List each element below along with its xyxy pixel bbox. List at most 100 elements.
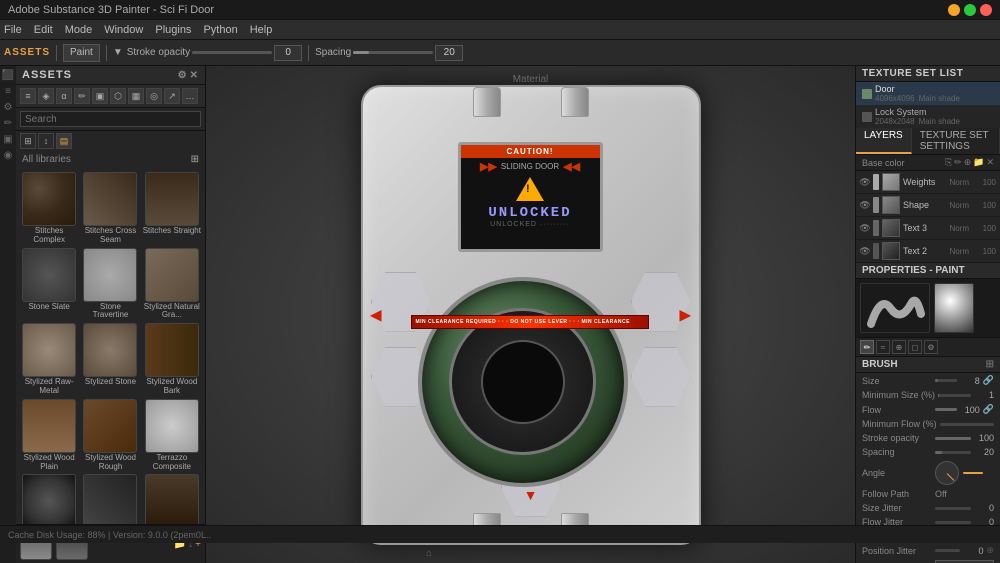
flow-lock-icon[interactable]: 🔗 [983,404,994,415]
right-arrow-icon: ◀◀ [563,160,580,173]
min-size-slider[interactable] [938,394,971,397]
list-item[interactable]: Stylized Natural Gra... [143,248,201,321]
layer-text3[interactable]: 👁 Text 3 Norm 100 [856,217,1000,240]
filter-3d-btn[interactable]: ⬡ [110,88,126,104]
flow-slider[interactable] [935,408,957,411]
menu-edit[interactable]: Edit [34,24,53,36]
flow-jitter-slider[interactable] [935,521,971,524]
spacing-slider[interactable] [353,51,433,54]
layer-visibility-icon-4[interactable]: 👁 [860,246,870,256]
layers-folder-icon[interactable]: 📁 [973,157,984,168]
size-slider[interactable] [935,379,957,382]
brush-icon[interactable]: ✏ [1,116,15,130]
texture-set-door[interactable]: Door 4096x4096 Main shade [856,82,1000,105]
stroke-opacity-slider[interactable] [192,51,272,54]
grid-view-icon[interactable]: ⊞ [191,154,199,165]
layers-icon[interactable]: ≡ [1,84,15,98]
filter-smart-btn[interactable]: ◈ [38,88,54,104]
list-item[interactable]: Stylized Raw-Metal [20,323,78,396]
asset-thumb [83,323,137,377]
texture-set-lock-system[interactable]: Lock System 2048x2048 Main shade [856,105,1000,128]
pos-jitter-expand-icon[interactable]: ⊕ [986,545,994,556]
menu-file[interactable]: File [4,24,22,36]
tab-layers[interactable]: LAYERS [856,128,912,154]
list-item[interactable]: Stitches Cross Seam [81,172,139,245]
asset-thumb [22,399,76,453]
filter-alpha-btn[interactable]: α [56,88,72,104]
left-nav-arrow: ◀ [371,306,382,323]
list-item[interactable]: Tightening Cord Eyelet [20,474,78,524]
paint-eraser-btn[interactable]: ◻ [908,340,922,354]
menu-plugins[interactable]: Plugins [155,24,191,36]
menu-mode[interactable]: Mode [65,24,93,36]
paint-brush-btn[interactable]: ✏ [860,340,874,354]
display-icon[interactable]: ◉ [1,148,15,162]
assets-icon[interactable]: ⬛ [1,68,15,82]
stroke-opacity-prop-slider[interactable] [935,437,971,440]
list-item[interactable]: Stitches Complex [20,172,78,245]
texture-icon[interactable]: ▣ [1,132,15,146]
paint-mode-btn[interactable]: Paint [63,44,100,62]
search-input[interactable] [20,111,201,127]
filter-all-btn[interactable]: ≡ [20,88,36,104]
filter-brush-btn[interactable]: ✏ [74,88,90,104]
list-item[interactable]: Wood Bark [143,474,201,524]
layers-paint-icon[interactable]: ✏ [954,157,962,168]
type-filter-btn[interactable]: ▤ [56,133,72,149]
layers-delete-icon[interactable]: ✕ [986,157,994,168]
layer-opacity-2: 100 [972,201,996,210]
alignment-row: Alignment Tangent 1 wrap ▼ [856,558,1000,563]
spacing-input[interactable] [435,45,463,61]
menu-python[interactable]: Python [203,24,237,36]
position-jitter-slider[interactable] [935,549,960,552]
viewport-home-icon[interactable]: ⌂ [426,548,432,559]
list-item[interactable]: Stone Slate [20,248,78,321]
layers-copy-icon[interactable]: ⎘ [945,157,952,168]
menu-window[interactable]: Window [104,24,143,36]
list-item[interactable]: Stylized Wood Bark [143,323,201,396]
layer-text2[interactable]: 👁 Text 2 Norm 100 [856,240,1000,263]
layer-weights[interactable]: 👁 Weights Norm 100 [856,171,1000,194]
properties-icon[interactable]: ⚙ [1,100,15,114]
paint-smear-btn[interactable]: ≈ [876,340,890,354]
menu-help[interactable]: Help [250,24,273,36]
list-item[interactable]: Stylized Wood Plain [20,399,78,472]
paint-clone-btn[interactable]: ⊕ [892,340,906,354]
tab-texture-set-settings[interactable]: TEXTURE SET SETTINGS [912,128,1000,154]
spacing-prop-slider[interactable] [935,451,971,454]
layer-visibility-icon[interactable]: 👁 [860,177,870,187]
assets-settings-icon[interactable]: ⚙ [178,70,188,81]
view-all-btn[interactable]: ⊞ [20,133,36,149]
filter-export-btn[interactable]: ↗ [164,88,180,104]
filter-gradient-btn[interactable]: ▦ [128,88,144,104]
list-item[interactable]: Stitches Straight [143,172,201,245]
texture-set-icon [862,89,872,99]
spacing-label: Spacing [315,47,351,58]
stroke-opacity-input[interactable] [274,45,302,61]
layer-shape[interactable]: 👁 Shape Norm 100 [856,194,1000,217]
list-item[interactable]: Stone Travertine [81,248,139,321]
minimize-btn[interactable] [948,4,960,16]
list-item[interactable]: Terrazzo Composite [143,399,201,472]
min-flow-slider[interactable] [940,423,994,426]
layers-effect-icon[interactable]: ⊕ [964,157,972,168]
filter-more-btn[interactable]: … [182,88,198,104]
sort-btn[interactable]: ↕ [38,133,54,149]
size-jitter-slider[interactable] [935,507,971,510]
angle-wheel[interactable] [935,461,959,485]
list-item[interactable]: Stylized Stone [81,323,139,396]
brush-collapse-icon[interactable]: ⊞ [986,359,994,370]
close-btn[interactable] [980,4,992,16]
size-lock-icon[interactable]: 🔗 [983,375,994,386]
paint-settings-btn[interactable]: ⚙ [924,340,938,354]
list-item[interactable]: Tightening Cord Lace [81,474,139,524]
maximize-btn[interactable] [964,4,976,16]
filter-shader-btn[interactable]: ◎ [146,88,162,104]
base-color-label: Base color [862,158,905,168]
layer-visibility-icon-2[interactable]: 👁 [860,200,870,210]
filter-texture-btn[interactable]: ▣ [92,88,108,104]
viewport[interactable]: Material CAUTION! [206,66,855,563]
layer-visibility-icon-3[interactable]: 👁 [860,223,870,233]
list-item[interactable]: Stylized Wood Rough [81,399,139,472]
assets-close-icon[interactable]: ✕ [190,70,199,81]
